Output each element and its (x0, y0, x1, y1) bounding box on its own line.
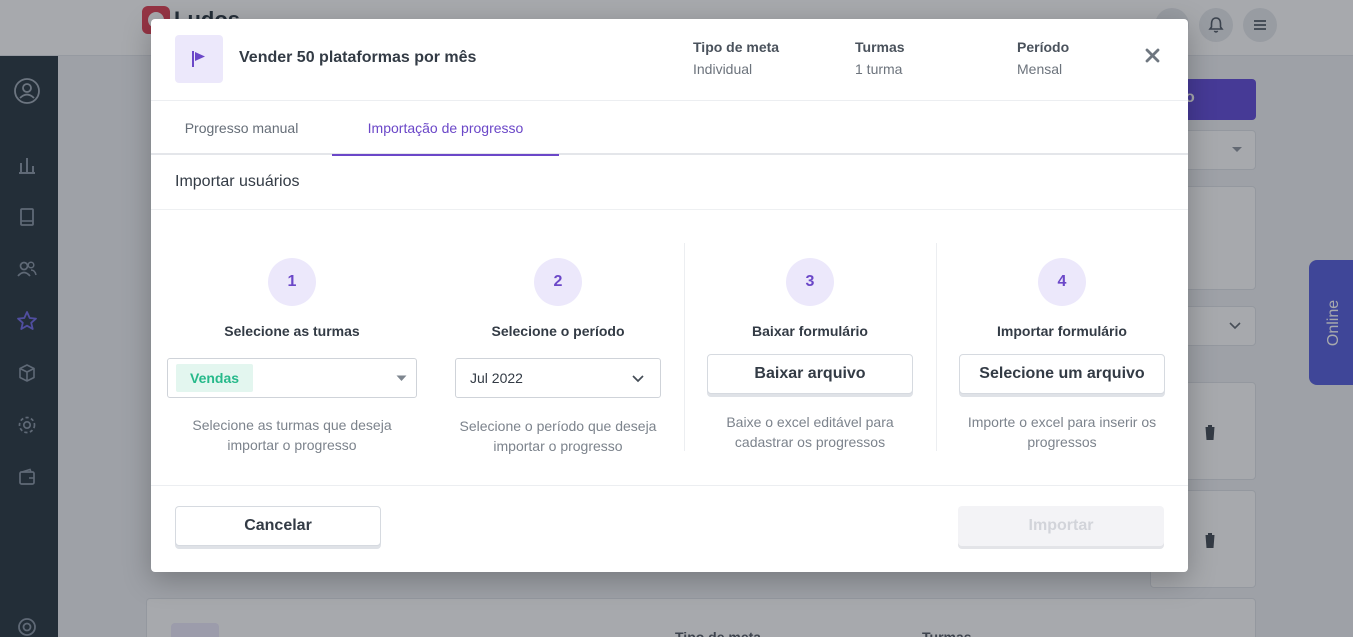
step-3-title: Baixar formulário (752, 323, 868, 339)
import-progress-modal: Vender 50 plataformas por mês Tipo de me… (151, 19, 1188, 572)
step-4-number: 4 (1038, 258, 1086, 306)
class-chip[interactable]: Vendas (176, 364, 254, 392)
step-1-description: Selecione as turmas que deseja importar … (192, 417, 392, 453)
meta-label: Período (1017, 39, 1070, 55)
step-3-description: Baixe o excel editável para cadastrar os… (726, 414, 894, 450)
column-divider (936, 243, 937, 451)
cancel-button[interactable]: Cancelar (175, 506, 381, 546)
classes-select[interactable]: Vendas (167, 358, 417, 398)
column-divider (684, 243, 685, 451)
period-select[interactable]: Jul 2022 (455, 358, 661, 398)
step-4-description: Importe o excel para inserir os progress… (967, 414, 1157, 450)
tab-label: Progresso manual (184, 120, 299, 136)
meta-goal-type: Tipo de meta Individual (693, 39, 779, 77)
chevron-down-icon (632, 375, 644, 383)
modal-header: Vender 50 plataformas por mês Tipo de me… (151, 19, 1188, 101)
meta-value: Mensal (1017, 61, 1063, 77)
meta-classes: Turmas 1 turma (855, 39, 905, 77)
step-2-title: Selecione o período (491, 323, 625, 339)
meta-label: Tipo de meta (693, 39, 780, 55)
flag-icon (175, 35, 223, 83)
step-2-description: Selecione o período que deseja importar … (459, 418, 657, 454)
chevron-down-icon (396, 375, 407, 381)
step-1-number: 1 (268, 258, 316, 306)
import-button[interactable]: Importar (958, 506, 1164, 546)
step-4-title: Importar formulário (997, 323, 1127, 339)
section-title: Importar usuários (175, 173, 300, 190)
modal-tabs: Progresso manual Importação de progresso (151, 101, 1188, 156)
goal-title: Vender 50 plataformas por mês (239, 49, 477, 66)
step-3-number: 3 (786, 258, 834, 306)
footer-divider (151, 485, 1188, 486)
meta-label: Turmas (855, 39, 905, 55)
meta-value: 1 turma (855, 61, 903, 77)
close-icon[interactable] (1140, 43, 1164, 67)
meta-period: Período Mensal (1017, 39, 1069, 77)
step-1-title: Selecione as turmas (224, 323, 360, 339)
download-file-button[interactable]: Baixar arquivo (707, 354, 913, 394)
tab-manual-progress[interactable]: Progresso manual (151, 101, 332, 155)
section-divider (151, 209, 1188, 210)
tab-label: Importação de progresso (367, 119, 524, 136)
period-select-value: Jul 2022 (470, 370, 523, 386)
tab-progress-import[interactable]: Importação de progresso (332, 101, 559, 156)
select-file-button[interactable]: Selecione um arquivo (959, 354, 1165, 394)
meta-value: Individual (693, 61, 753, 77)
step-2-number: 2 (534, 258, 582, 306)
